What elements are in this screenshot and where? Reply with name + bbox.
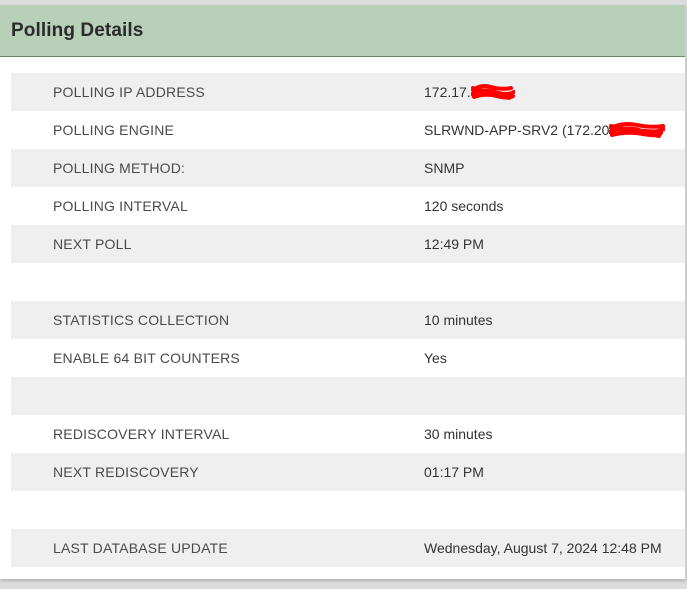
- row-label: POLLING METHOD:: [53, 160, 186, 176]
- panel-title: Polling Details: [11, 19, 144, 41]
- redaction-scribble-icon: [470, 82, 515, 102]
- panel-header: Polling Details: [0, 5, 685, 57]
- polling-details-panel: Polling Details POLLING IP ADDRESS 172.1…: [0, 5, 686, 579]
- row-value: 01:17 PM: [424, 464, 484, 480]
- row-spacer: [11, 377, 685, 415]
- row-value: Wednesday, August 7, 2024 12:48 PM: [424, 540, 662, 556]
- row-label: NEXT POLL: [53, 236, 132, 252]
- row-value: 10 minutes: [424, 312, 493, 328]
- row-label: LAST DATABASE UPDATE: [53, 540, 228, 556]
- row-rediscovery-interval: REDISCOVERY INTERVAL 30 minutes: [11, 415, 685, 453]
- row-polling-engine: POLLING ENGINE SLRWND-APP-SRV2 (172.20: [11, 111, 685, 149]
- row-statistics-collection: STATISTICS COLLECTION 10 minutes: [11, 301, 685, 339]
- polling-engine-text: SLRWND-APP-SRV2 (172.20: [424, 122, 610, 138]
- row-value: 12:49 PM: [424, 236, 484, 252]
- row-spacer: [11, 263, 685, 301]
- row-label: NEXT REDISCOVERY: [53, 464, 199, 480]
- row-value: 172.17.: [424, 82, 515, 102]
- row-label: STATISTICS COLLECTION: [53, 312, 230, 328]
- row-polling-method: POLLING METHOD: SNMP: [11, 149, 685, 187]
- row-label: REDISCOVERY INTERVAL: [53, 426, 230, 442]
- row-last-database-update: LAST DATABASE UPDATE Wednesday, August 7…: [11, 529, 685, 567]
- row-polling-ip-address: POLLING IP ADDRESS 172.17.: [11, 73, 685, 111]
- row-next-rediscovery: NEXT REDISCOVERY 01:17 PM: [11, 453, 685, 491]
- row-label: POLLING IP ADDRESS: [53, 84, 205, 100]
- row-value: Yes: [424, 350, 447, 366]
- row-value: SNMP: [424, 160, 465, 176]
- row-value: 30 minutes: [424, 426, 493, 442]
- row-next-poll: NEXT POLL 12:49 PM: [11, 225, 685, 263]
- row-polling-interval: POLLING INTERVAL 120 seconds: [11, 187, 685, 225]
- row-label: POLLING INTERVAL: [53, 198, 188, 214]
- redaction-scribble-icon: [609, 120, 666, 140]
- row-label: POLLING ENGINE: [53, 122, 175, 138]
- details-table: POLLING IP ADDRESS 172.17. POLLING ENGIN…: [11, 73, 685, 567]
- row-enable-64-bit-counters: ENABLE 64 BIT COUNTERS Yes: [11, 339, 685, 377]
- row-spacer: [11, 491, 685, 529]
- row-value: SLRWND-APP-SRV2 (172.20: [424, 120, 666, 140]
- ip-address-text: 172.17.: [424, 84, 471, 100]
- row-label: ENABLE 64 BIT COUNTERS: [53, 350, 240, 366]
- row-value: 120 seconds: [424, 198, 504, 214]
